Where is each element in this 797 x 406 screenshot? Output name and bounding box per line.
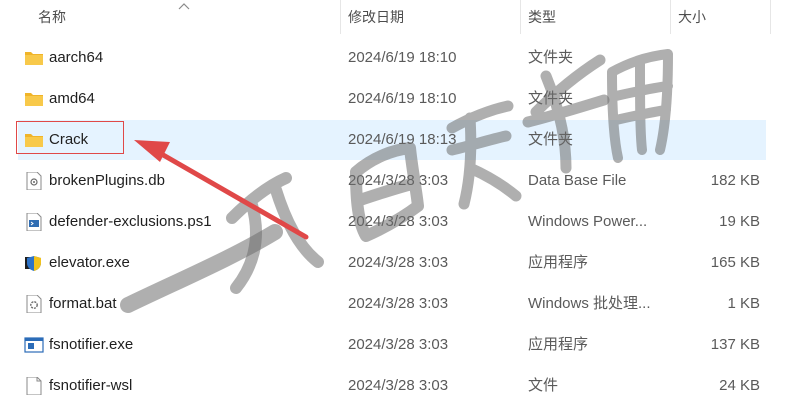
column-divider[interactable] bbox=[770, 0, 771, 34]
file-size: 165 KB bbox=[710, 254, 760, 271]
file-size bbox=[650, 120, 760, 160]
file-row[interactable]: aarch64 2024/6/19 18:10 文件夹 bbox=[18, 38, 766, 78]
file-size: 182 KB bbox=[710, 172, 760, 189]
column-divider[interactable] bbox=[670, 0, 671, 34]
column-header-size[interactable]: 大小 bbox=[678, 0, 706, 34]
file-date: 2024/3/28 3:03 bbox=[348, 377, 449, 394]
folder-icon bbox=[25, 93, 43, 106]
file-date: 2024/3/28 3:03 bbox=[348, 172, 449, 189]
file-row[interactable]: defender-exclusions.ps1 2024/3/28 3:03 W… bbox=[18, 202, 766, 242]
database-file-icon bbox=[26, 172, 42, 190]
column-header: 名称 修改日期 类型 大小 bbox=[0, 0, 797, 34]
file-name: fsnotifier-wsl bbox=[49, 377, 133, 394]
file-row[interactable]: format.bat 2024/3/28 3:03 Windows 批处理...… bbox=[18, 284, 766, 324]
file-row[interactable]: brokenPlugins.db 2024/3/28 3:03 Data Bas… bbox=[18, 161, 766, 201]
file-date: 2024/6/19 18:10 bbox=[348, 49, 457, 66]
file-name: aarch64 bbox=[49, 49, 104, 66]
column-divider[interactable] bbox=[520, 0, 521, 34]
column-header-name[interactable]: 名称 bbox=[38, 0, 66, 34]
file-name: brokenPlugins.db bbox=[49, 172, 165, 189]
file-row[interactable]: amd64 2024/6/19 18:10 文件夹 bbox=[18, 79, 766, 119]
file-date: 2024/6/19 18:13 bbox=[348, 131, 457, 148]
file-size: 1 KB bbox=[727, 295, 760, 312]
file-name: elevator.exe bbox=[49, 254, 130, 271]
sort-ascending-icon bbox=[178, 3, 190, 10]
file-row[interactable]: elevator.exe 2024/3/28 3:03 应用程序 165 KB bbox=[18, 243, 766, 283]
file-name: amd64 bbox=[49, 90, 95, 107]
file-date: 2024/6/19 18:10 bbox=[348, 90, 457, 107]
powershell-script-icon bbox=[26, 213, 42, 231]
file-size: 137 KB bbox=[710, 336, 760, 353]
folder-icon bbox=[25, 52, 43, 65]
file-size bbox=[650, 38, 760, 78]
file-date: 2024/3/28 3:03 bbox=[348, 254, 449, 271]
file-size: 19 KB bbox=[719, 213, 760, 230]
app-window-icon bbox=[24, 337, 44, 353]
batch-file-icon bbox=[26, 295, 42, 313]
file-icon bbox=[26, 377, 42, 395]
file-row[interactable]: fsnotifier.exe 2024/3/28 3:03 应用程序 137 K… bbox=[18, 325, 766, 365]
file-name: fsnotifier.exe bbox=[49, 336, 134, 353]
highlight-box bbox=[16, 121, 124, 154]
file-name: defender-exclusions.ps1 bbox=[49, 213, 212, 230]
file-date: 2024/3/28 3:03 bbox=[348, 295, 449, 312]
file-date: 2024/3/28 3:03 bbox=[348, 336, 449, 353]
file-row-selected[interactable]: Crack 2024/6/19 18:13 文件夹 bbox=[18, 120, 766, 160]
file-name: format.bat bbox=[49, 295, 117, 312]
app-shield-icon bbox=[25, 256, 41, 271]
file-row[interactable]: fsnotifier-wsl 2024/3/28 3:03 文件 24 KB bbox=[18, 366, 766, 406]
file-size bbox=[650, 79, 760, 119]
column-header-date[interactable]: 修改日期 bbox=[348, 0, 404, 34]
file-size: 24 KB bbox=[719, 377, 760, 394]
file-date: 2024/3/28 3:03 bbox=[348, 213, 449, 230]
column-divider[interactable] bbox=[340, 0, 341, 34]
column-header-type[interactable]: 类型 bbox=[528, 0, 556, 34]
